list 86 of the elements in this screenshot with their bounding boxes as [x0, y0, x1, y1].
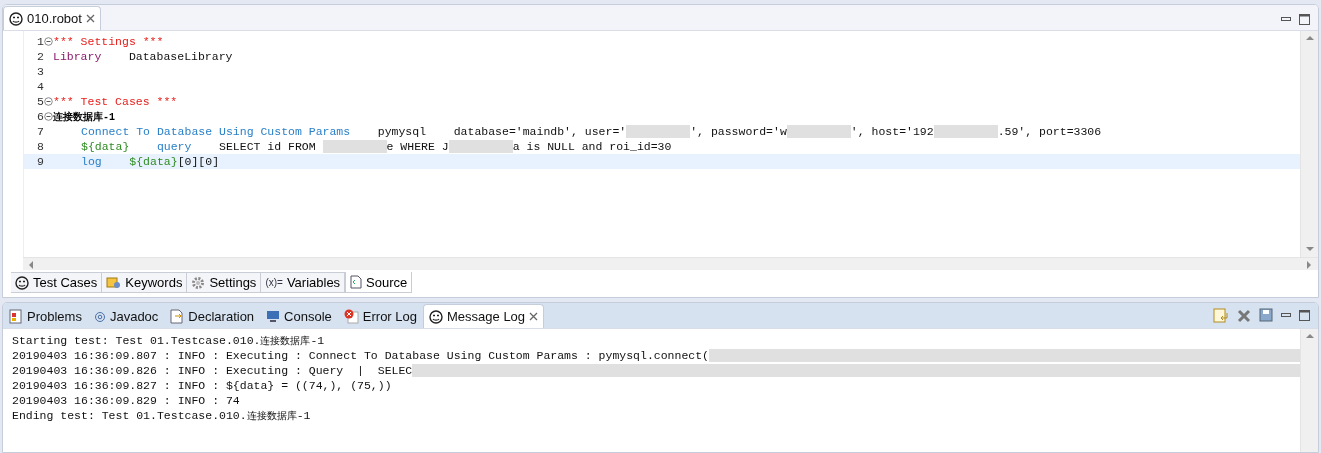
code-text: -1: [310, 334, 325, 347]
robot-face-icon: [429, 309, 443, 324]
minimize-icon[interactable]: [1281, 17, 1291, 22]
vertical-scrollbar[interactable]: [1300, 31, 1318, 257]
code-text: DatabaseLibrary: [127, 50, 233, 63]
section-header: *** Test Cases ***: [53, 95, 178, 108]
line-number: 7: [36, 125, 44, 138]
robot-face-icon: [15, 275, 29, 290]
section-header: *** Settings ***: [53, 35, 164, 48]
code-text: 连接数据库-1: [53, 110, 115, 124]
editor-view-tab[interactable]: Keywords: [102, 272, 188, 293]
paste-icon[interactable]: [1213, 308, 1229, 323]
editor-view-tab[interactable]: Test Cases: [11, 272, 103, 293]
code-text: -1: [296, 409, 311, 422]
panel-tab[interactable]: Javadoc: [87, 304, 165, 328]
keyword-text: log: [81, 155, 102, 168]
variable-text: ${data}: [129, 155, 178, 168]
robot-face-icon: [9, 11, 23, 26]
code-text: SELECT id FROM: [218, 140, 317, 153]
blurred-text: [322, 140, 387, 153]
keyword-text: Connect To Database Using Custom Params: [81, 125, 351, 138]
code-text: 20190403 16:36:09.827 : INFO : ${data} = ((74,), (75,)): [12, 379, 392, 392]
panel-tab[interactable]: Message Log: [423, 304, 545, 328]
document-icon: [350, 275, 363, 289]
code-text: 20190403 16:36:09.826 : INFO : Executing : Query | SELEC: [12, 364, 413, 377]
line-number: 6: [36, 110, 44, 123]
maximize-icon[interactable]: [1299, 310, 1310, 321]
code-text: ', host='192: [850, 125, 934, 138]
editor-view-tab[interactable]: Settings: [187, 272, 262, 293]
line-number: 2: [36, 50, 44, 63]
blurred-text: [626, 125, 691, 138]
save-icon[interactable]: [1259, 308, 1273, 323]
scroll-down-arrow-icon[interactable]: [1305, 245, 1314, 254]
code-text: Library: [53, 50, 102, 63]
horizontal-scrollbar[interactable]: [23, 257, 1318, 270]
remove-icon[interactable]: [1237, 308, 1251, 323]
error-log-icon: [343, 309, 359, 324]
line-number: 8: [36, 140, 44, 153]
code-text: .59', port=3306: [997, 125, 1102, 138]
code-text: [0][0]: [177, 155, 220, 168]
line-number: 9: [36, 155, 44, 168]
code-text: Starting test: Test 01.Testcase.010.: [12, 334, 261, 347]
scroll-up-arrow-icon[interactable]: [1305, 34, 1314, 43]
editor-tab[interactable]: 010.robot: [3, 6, 101, 30]
code-text: 20190403 16:36:09.807 : INFO : Executing : Connect To Database Using Custom Params : pymysql.connect(: [12, 349, 709, 362]
close-icon[interactable]: [85, 14, 95, 23]
close-icon[interactable]: [529, 312, 539, 321]
variables-icon: (x)=: [265, 277, 283, 288]
minimize-icon[interactable]: [1281, 313, 1291, 318]
declaration-icon: [170, 309, 185, 324]
code-text: e WHERE J: [386, 140, 449, 153]
maximize-icon[interactable]: [1299, 14, 1310, 25]
code-text: 连接数据库: [260, 334, 311, 348]
code-text: a is NULL and roi_id=30: [512, 140, 672, 153]
gear-icon: [191, 275, 206, 290]
blurred-text: [933, 125, 998, 138]
line-number: 5: [36, 95, 44, 108]
variable-text: ${data}: [81, 140, 130, 153]
vertical-scrollbar[interactable]: [1300, 329, 1318, 452]
keyword-text: query: [156, 140, 192, 153]
problems-icon: [9, 309, 23, 324]
scroll-right-arrow-icon[interactable]: [1305, 259, 1314, 269]
code-text: pymysql database='maindb', user=': [376, 125, 627, 138]
panel-tab[interactable]: Console: [260, 304, 338, 328]
editor-view-tab[interactable]: Source: [345, 272, 413, 293]
line-number: 1: [36, 35, 44, 48]
collapse-icon[interactable]: [44, 112, 53, 121]
monitor-icon: [266, 310, 281, 323]
scroll-up-arrow-icon[interactable]: [1305, 332, 1314, 341]
blurred-text: [786, 125, 851, 138]
panel-tab[interactable]: Declaration: [164, 304, 261, 328]
panel-tab[interactable]: Problems: [3, 304, 88, 328]
keywords-icon: [106, 275, 122, 290]
panel-tab[interactable]: Error Log: [337, 304, 423, 328]
collapse-icon[interactable]: [44, 37, 53, 46]
line-number: 3: [36, 65, 44, 78]
at-sign-icon: [93, 310, 106, 323]
line-number: 4: [36, 80, 44, 93]
code-text: Ending test: Test 01.Testcase.010.: [12, 409, 247, 422]
blurred-text: [448, 140, 513, 153]
scroll-left-arrow-icon[interactable]: [27, 259, 36, 269]
collapse-icon[interactable]: [44, 97, 53, 106]
code-text: 20190403 16:36:09.829 : INFO : 74: [12, 394, 240, 407]
code-text: ', password='w: [690, 125, 787, 138]
editor-view-tab[interactable]: (x)= Variables: [261, 272, 346, 293]
code-text: 连接数据库: [246, 409, 297, 423]
